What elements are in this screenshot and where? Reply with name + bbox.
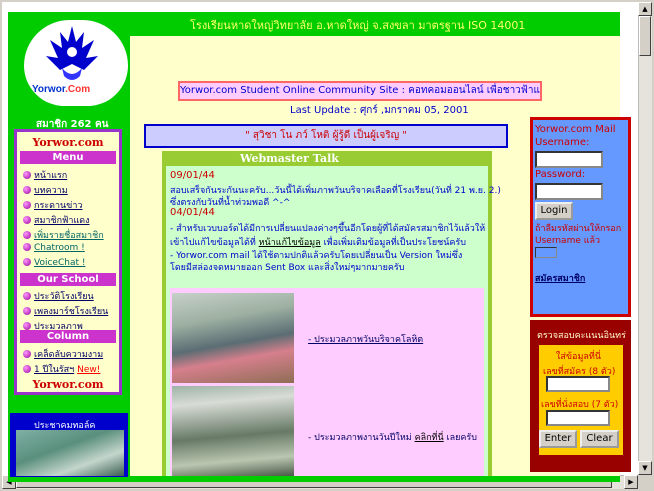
scroll-down-arrow-icon[interactable]: ▼ bbox=[638, 461, 652, 475]
menu-item-articles[interactable]: บทความ bbox=[23, 183, 68, 196]
menu-item-one-year[interactable]: 1 ปีในรัสฯ New! bbox=[23, 362, 100, 375]
score-instruction: ใส่ข้อมูลที่นี่ bbox=[556, 352, 601, 362]
bullet-icon bbox=[23, 307, 31, 315]
bullet-icon bbox=[23, 231, 31, 239]
scroll-up-arrow-icon[interactable]: ▲ bbox=[638, 2, 652, 16]
motto-quote: " สุวิชา โน ภว์ โหติ ผู้รู้ดี เป็นผู้เจร… bbox=[144, 124, 508, 148]
new-year-photo[interactable] bbox=[172, 386, 294, 476]
new-badge: New! bbox=[77, 365, 101, 375]
menu-item-add-member[interactable]: เพิ่มรายชื่อสมาชิก bbox=[23, 228, 104, 241]
scrollbar-corner bbox=[638, 475, 652, 489]
mail-title: Yorwor.com Mail bbox=[535, 124, 616, 135]
news-date: 09/01/44 bbox=[170, 170, 215, 181]
forgot-password-text: ถ้าลืมรหัสผ่านให้กรอก Username แล้ว bbox=[535, 224, 622, 246]
bullet-icon bbox=[23, 243, 31, 251]
news-text: - สำหรับเวบบอร์ดได้มีการเปลี่ยนแปลงค่างๆ… bbox=[170, 224, 486, 234]
column-section-header: Column bbox=[20, 330, 116, 343]
news-text: โดยมีสล่องจดหมายออก Sent Box และสิ่งใหม่… bbox=[170, 263, 405, 273]
news-date: 04/01/44 bbox=[170, 207, 215, 218]
crown-emblem-icon bbox=[46, 26, 98, 80]
last-update: Last Update : ศุกร์ ,มกราคม 05, 2001 bbox=[290, 105, 469, 116]
menu-item-school-march[interactable]: เพลงมาร์ชโรงเรียน bbox=[23, 304, 108, 317]
menu-item-voicechat[interactable]: VoiceChat ! bbox=[23, 258, 85, 271]
register-link[interactable]: สมัครสมาชิก bbox=[535, 271, 585, 285]
application-number-input[interactable] bbox=[546, 376, 610, 392]
bullet-icon bbox=[23, 365, 31, 373]
webmaster-talk-title: Webmaster Talk bbox=[240, 152, 339, 165]
bullet-icon bbox=[23, 322, 31, 330]
scroll-right-arrow-icon[interactable]: ▶ bbox=[624, 475, 638, 489]
login-button[interactable]: Login bbox=[535, 202, 573, 220]
seat-number-label: เลขที่นั่งสอบ (7 ตัว) bbox=[541, 400, 619, 410]
community-banner: Yorwor.com Student Online Community Site… bbox=[178, 81, 542, 101]
bullet-icon bbox=[23, 201, 31, 209]
edit-profile-link[interactable]: หน้าแก้ไขข้อมูล bbox=[259, 238, 321, 248]
school-section-header: Our School bbox=[20, 273, 116, 286]
left-menu-panel: Yorwor.com Menu หน้าแรก บทความ กระดานข่า… bbox=[14, 129, 122, 395]
menu-item-members[interactable]: สมาชิกฟ้าแดง bbox=[23, 213, 90, 226]
menu-site-name-bottom: Yorwor.com bbox=[32, 378, 104, 391]
username-label: Username: bbox=[535, 137, 590, 148]
menu-item-webboard[interactable]: กระดานข่าว bbox=[23, 198, 82, 211]
bullet-icon bbox=[23, 216, 31, 224]
menu-site-name: Yorwor.com bbox=[32, 136, 104, 149]
menu-section-header: Menu bbox=[20, 151, 116, 164]
vertical-scroll-thumb[interactable] bbox=[639, 16, 651, 56]
blood-donation-link[interactable]: - ประมวลภาพวันบริจาคโลหิต bbox=[308, 332, 423, 346]
password-input[interactable] bbox=[535, 183, 603, 200]
bullet-icon bbox=[23, 350, 31, 358]
password-label: Password: bbox=[535, 169, 586, 180]
forgot-username-input[interactable] bbox=[535, 247, 557, 258]
seat-number-input[interactable] bbox=[546, 410, 610, 426]
menu-item-chatroom[interactable]: Chatroom ! bbox=[23, 243, 85, 256]
click-here-link[interactable]: คลิกที่นี่ bbox=[415, 433, 444, 443]
score-check-title: ตรวจสอบคะแนนอินทร่ bbox=[537, 331, 626, 341]
menu-item-home[interactable]: หน้าแรก bbox=[23, 168, 67, 181]
talk-picture[interactable] bbox=[16, 430, 124, 476]
bullet-icon bbox=[23, 171, 31, 179]
enter-button[interactable]: Enter bbox=[539, 430, 577, 448]
bullet-icon bbox=[23, 292, 31, 300]
menu-item-school-history[interactable]: ประวัติโรงเรียน bbox=[23, 289, 94, 302]
logo-text: Yorwor.Com bbox=[32, 84, 91, 95]
blood-donation-photo[interactable] bbox=[172, 293, 294, 383]
new-year-caption: - ประมวลภาพงานวันปีใหม่ คลิกที่นี่ เลยคร… bbox=[308, 433, 477, 443]
news-text: เข้าไปแก้ไขข้อมูลได้ที่ หน้าแก้ไขข้อมูล … bbox=[170, 238, 466, 248]
menu-item-beauty-tips[interactable]: เคล็ดลับความงาม bbox=[23, 347, 103, 360]
vertical-scrollbar[interactable]: ▲ ▼ bbox=[638, 2, 652, 475]
bullet-icon bbox=[23, 258, 31, 266]
clear-button[interactable]: Clear bbox=[580, 430, 619, 448]
school-header-text: โรงเรียนหาดใหญ่วิทยาลัย อ.หาดใหญ่ จ.สงขล… bbox=[190, 19, 526, 32]
bullet-icon bbox=[23, 186, 31, 194]
username-input[interactable] bbox=[535, 151, 603, 168]
